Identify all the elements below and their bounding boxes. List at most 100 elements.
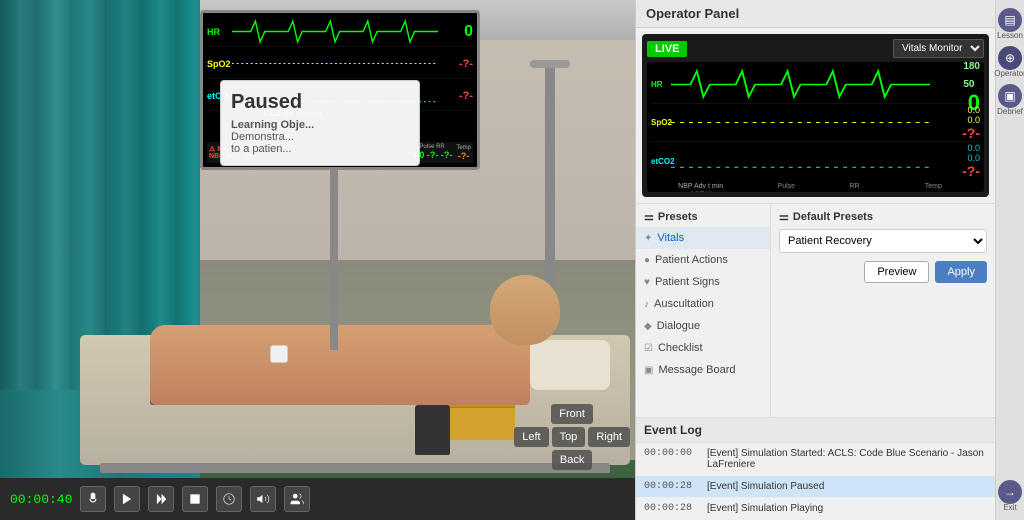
exit-icon: → [1004,485,1016,499]
volume-button[interactable] [250,486,276,512]
vm-temp-value: 37.0 [914,190,953,192]
debrief-icon: ▣ [1004,89,1015,103]
nav-right-button[interactable]: Right [588,427,630,447]
preset-message-board-item[interactable]: ▣ Message Board [636,359,770,381]
debrief-button[interactable]: ▣ [998,84,1022,108]
monitor-hr-label: HR [207,27,232,37]
event-text-2: [Event] Simulation Playing [707,503,987,514]
rewind-button[interactable] [216,486,242,512]
operator-icon: ⊕ [1005,51,1015,65]
lesson-sidebar-group: ▤ Lesson [997,8,1023,40]
mic-button[interactable] [80,486,106,512]
fast-forward-button[interactable] [148,486,174,512]
exit-button[interactable]: → [998,480,1022,504]
presets-title: ⚌ Presets [636,210,770,227]
patient-head [490,275,560,345]
lesson-label: Lesson [997,31,1023,40]
paused-overlay: Paused Learning Obje... Demonstra... to … [220,80,420,166]
vm-bottom-stats: NBP Adv t min 127/6(6) Pulse 0 50 RR 0 0… [651,180,980,192]
playback-controls: 00:00:40 [0,478,635,520]
preview-button[interactable]: Preview [864,261,929,283]
stop-button[interactable] [182,486,208,512]
panel-title: Operator Panel [646,6,739,21]
vm-rr-value: 0 [849,190,859,192]
nav-left-button[interactable]: Left [514,427,548,447]
exit-sidebar-group: → Exit [998,480,1022,512]
navigation-controls: Front Left Top Right Back [514,404,630,470]
lesson-button[interactable]: ▤ [998,8,1022,32]
vm-etco2-label: etCO2 [651,157,671,166]
vm-hr-label: HR [651,80,671,89]
exit-label: Exit [1003,503,1016,512]
debrief-sidebar-group: ▣ Debrief [997,84,1023,116]
vitals-monitor-screen: HR 18050 0 SpO2 [647,62,984,192]
vm-nbp-value: 127/6(6) [678,190,723,192]
presets-section: ⚌ Presets ✦ Vitals ● Patient Actions ♥ P… [636,203,995,417]
panel-header: Operator Panel [636,0,995,28]
apply-button[interactable]: Apply [935,261,987,283]
vitals-monitor-select[interactable]: Vitals Monitor [893,39,984,58]
vitals-section: LIVE Vitals Monitor HR 18050 0 [642,34,989,197]
checklist-icon: ☑ [644,343,653,354]
lesson-icon: ▤ [1004,13,1015,27]
iv-crossbar [530,60,570,68]
right-sidebar: ▤ Lesson ⊕ Operator ▣ Debrief → Exit [995,0,1024,520]
event-time-0: 00:00:00 [644,448,699,470]
vm-pulse-value: 0 [778,190,796,192]
event-row[interactable]: 00:00:00 [Event] Simulation Started: ACL… [636,443,995,476]
play-button[interactable] [114,486,140,512]
preset-vitals-item[interactable]: ✦ Vitals [636,227,770,249]
event-row[interactable]: 00:00:28 [Event] Simulation Playing [636,498,995,520]
event-text-1: [Event] Simulation Paused [707,481,987,492]
vm-hr-wave [671,66,930,103]
users-button[interactable] [284,486,310,512]
nav-top-button[interactable]: Top [552,427,586,447]
patient-torso [150,325,530,405]
operator-label: Operator [994,69,1024,78]
preset-actions: Preview Apply [779,261,987,283]
preset-patient-actions-item[interactable]: ● Patient Actions [636,249,770,271]
vm-hr-value: 18050 [963,62,980,90]
message-board-icon: ▣ [644,365,653,376]
presets-content: ⚌ Default Presets Patient Recovery Norma… [771,204,995,417]
event-log: Event Log 00:00:00 [Event] Simulation St… [636,417,995,520]
preset-patient-signs-item[interactable]: ♥ Patient Signs [636,271,770,293]
operator-panel: Operator Panel LIVE Vitals Monitor HR 18 [635,0,995,520]
simulation-viewport: HR 0 SpO2 -?- [0,0,635,520]
vitals-header: LIVE Vitals Monitor [647,39,984,58]
vm-etco2-wave [671,142,930,180]
presets-sidebar: ⚌ Presets ✦ Vitals ● Patient Actions ♥ P… [636,204,771,417]
monitor-spo2-label: SpO2 [207,59,232,69]
vm-nbp-label: NBP Adv t min [678,183,723,190]
vm-spo2-label: SpO2 [651,118,671,127]
event-log-title: Event Log [636,418,995,443]
monitor-spo2-wave [232,49,438,78]
preset-auscultation-item[interactable]: ♪ Auscultation [636,293,770,315]
patient-signs-icon: ♥ [644,277,650,288]
vm-etco2-value: -?- [962,163,980,179]
timer-display: 00:00:40 [10,492,72,507]
patient-mannequin [150,285,580,405]
preset-checklist-item[interactable]: ☑ Checklist [636,337,770,359]
default-presets-title: ⚌ Default Presets [779,210,987,223]
event-time-1: 00:00:28 [644,481,699,492]
vm-spo2-wave [671,104,930,141]
vitals-icon: ✦ [644,233,652,244]
vm-etco2-sub: 0.00.0 [967,143,980,163]
patient-actions-icon: ● [644,255,650,266]
auscultation-icon: ♪ [644,299,649,310]
live-badge: LIVE [647,41,687,57]
nav-back-button[interactable]: Back [552,450,592,470]
paused-learning-text: Learning Obje... Demonstra... to a patie… [231,119,409,155]
preset-selector[interactable]: Patient Recovery Normal Sinus Tachycardi… [779,229,987,253]
trash-bin [415,405,450,455]
monitor-spo2-value: -?- [438,58,473,70]
vm-spo2-value: -?- [962,125,980,141]
preset-dialogue-item[interactable]: ◆ Dialogue [636,315,770,337]
event-time-2: 00:00:28 [644,503,699,514]
nav-front-button[interactable]: Front [551,404,593,424]
event-text-0: [Event] Simulation Started: ACLS: Code B… [707,448,987,470]
monitor-hr-value: 0 [438,23,473,41]
operator-button[interactable]: ⊕ [998,46,1022,70]
event-row[interactable]: 00:00:28 [Event] Simulation Paused [636,476,995,498]
